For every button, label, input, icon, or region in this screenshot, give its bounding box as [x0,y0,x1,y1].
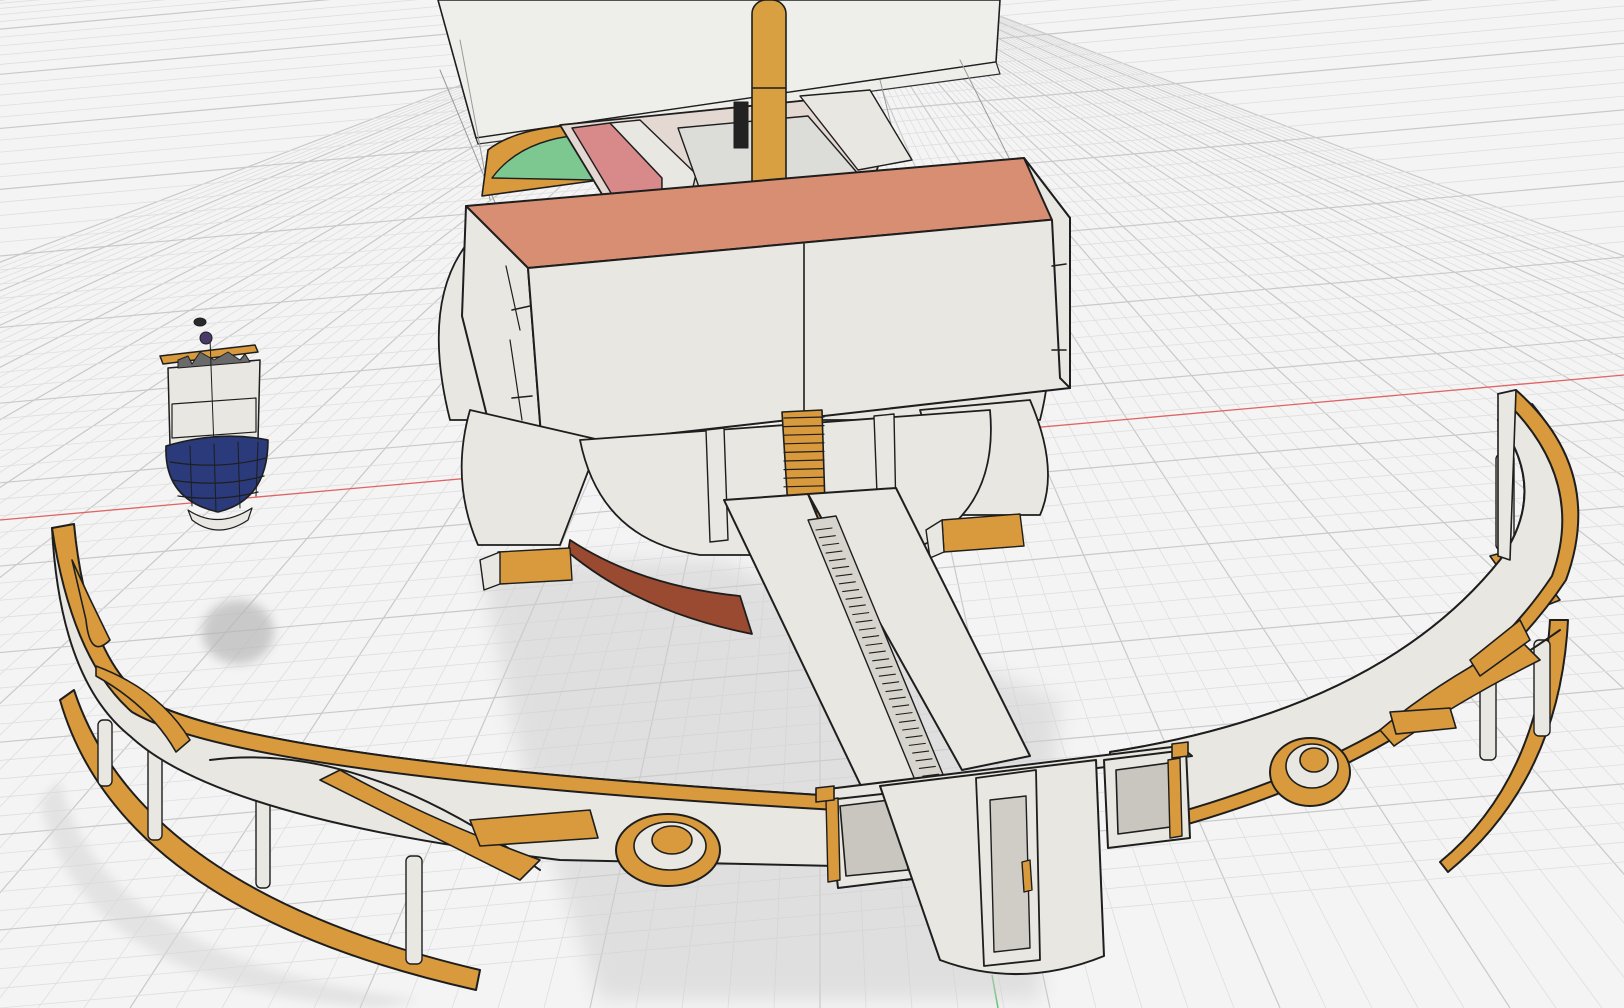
mast [751,0,787,209]
small-ship-model[interactable] [159,317,269,531]
3d-viewport[interactable]: 3D model viewport [0,0,1624,1008]
medallion-right [1269,737,1351,807]
ship-scene[interactable] [0,0,1624,1008]
medallion-left [615,813,721,887]
